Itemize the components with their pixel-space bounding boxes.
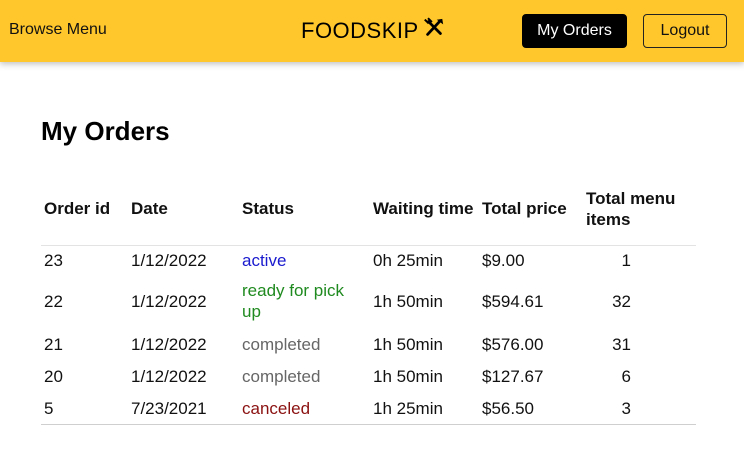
table-row[interactable]: 21 1/12/2022 completed 1h 50min $576.00 … <box>41 328 696 360</box>
header-date: Date <box>128 172 239 246</box>
total-items-cell: 6 <box>621 366 631 386</box>
total-price-cell: $127.67 <box>482 366 544 386</box>
total-price-cell: $594.61 <box>482 291 544 311</box>
header-total-menu-items: Total menu items <box>583 172 696 246</box>
total-price-cell: $9.00 <box>482 250 525 270</box>
status-cell: active <box>242 250 287 270</box>
brand-logo[interactable]: FOODSKIP <box>301 16 445 46</box>
table-row[interactable]: 23 1/12/2022 active 0h 25min $9.00 1 <box>41 246 696 275</box>
logout-button[interactable]: Logout <box>643 14 727 48</box>
table-row[interactable]: 5 7/23/2021 canceled 1h 25min $56.50 3 <box>41 392 696 425</box>
browse-menu-link[interactable]: Browse Menu <box>9 21 107 39</box>
date-cell: 1/12/2022 <box>131 334 207 354</box>
header-order-id: Order id <box>41 172 128 246</box>
status-cell: canceled <box>239 392 370 425</box>
order-id-cell: 5 <box>41 392 128 425</box>
waiting-time-cell: 1h 50min <box>373 291 443 311</box>
header-total-price: Total price <box>479 172 583 246</box>
order-id-cell: 21 <box>44 334 63 354</box>
order-id-cell: 23 <box>44 250 63 270</box>
status-cell: completed <box>242 334 321 354</box>
brand-name: FOODSKIP <box>301 18 419 43</box>
header-status: Status <box>239 172 370 246</box>
status-cell: completed <box>242 366 321 386</box>
waiting-time-cell: 1h 50min <box>373 334 443 354</box>
orders-table: Order id Date Status Waiting time Total … <box>41 172 696 425</box>
waiting-time-cell: 1h 50min <box>373 366 443 386</box>
total-items-cell: 3 <box>583 392 696 425</box>
waiting-time-cell: 0h 25min <box>373 250 443 270</box>
total-price-cell: $56.50 <box>479 392 583 425</box>
total-items-cell: 32 <box>612 291 631 311</box>
total-items-cell: 1 <box>621 250 631 270</box>
date-cell: 7/23/2021 <box>128 392 239 425</box>
status-cell: ready for pick up <box>242 281 345 321</box>
my-orders-button[interactable]: My Orders <box>522 14 627 48</box>
table-header-row: Order id Date Status Waiting time Total … <box>41 172 696 246</box>
order-id-cell: 22 <box>44 291 63 311</box>
header-waiting-time: Waiting time <box>370 172 479 246</box>
total-items-cell: 31 <box>612 334 631 354</box>
total-price-cell: $576.00 <box>482 334 544 354</box>
waiting-time-cell: 1h 25min <box>370 392 479 425</box>
navbar: Browse Menu FOODSKIP My Orders Logout <box>0 0 744 62</box>
date-cell: 1/12/2022 <box>131 291 207 311</box>
table-row[interactable]: 20 1/12/2022 completed 1h 50min $127.67 … <box>41 360 696 392</box>
order-id-cell: 20 <box>44 366 63 386</box>
fork-knife-icon <box>423 17 443 36</box>
table-row[interactable]: 22 1/12/2022 ready for pick up 1h 50min … <box>41 274 696 328</box>
date-cell: 1/12/2022 <box>131 366 207 386</box>
date-cell: 1/12/2022 <box>131 250 207 270</box>
page-title: My Orders <box>41 116 170 146</box>
